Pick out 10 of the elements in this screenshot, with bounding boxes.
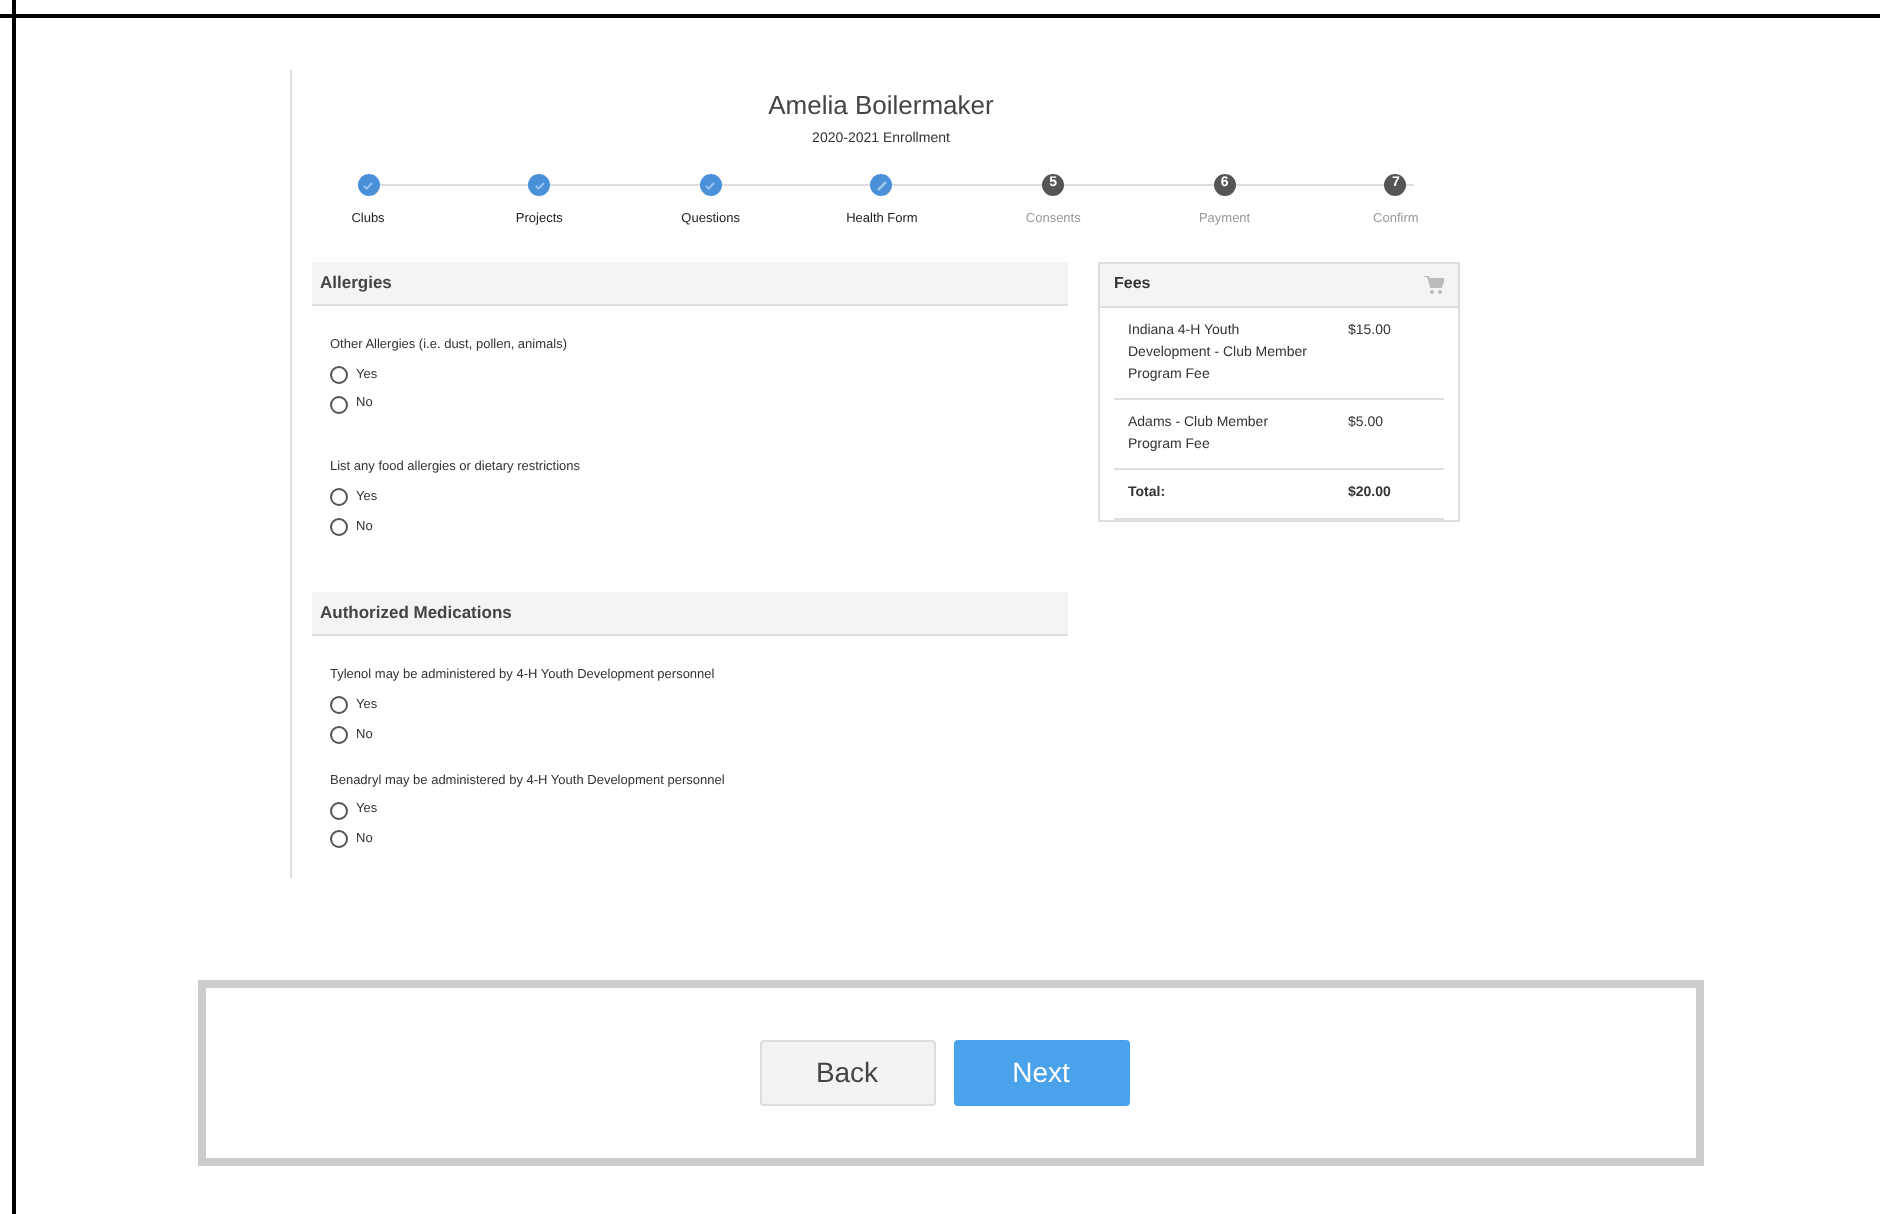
- cart-icon: [1424, 275, 1444, 294]
- back-button[interactable]: Back: [759, 1040, 935, 1106]
- section-header: Allergies: [312, 261, 1068, 306]
- pencil-icon: [875, 179, 888, 191]
- fees-title: Fees: [1114, 272, 1151, 297]
- check-icon: [704, 179, 717, 191]
- check-icon: [533, 179, 546, 191]
- check-icon: [362, 179, 374, 191]
- section-header: Authorized Medications: [312, 592, 1068, 637]
- student-name: Amelia Boilermaker: [768, 88, 994, 124]
